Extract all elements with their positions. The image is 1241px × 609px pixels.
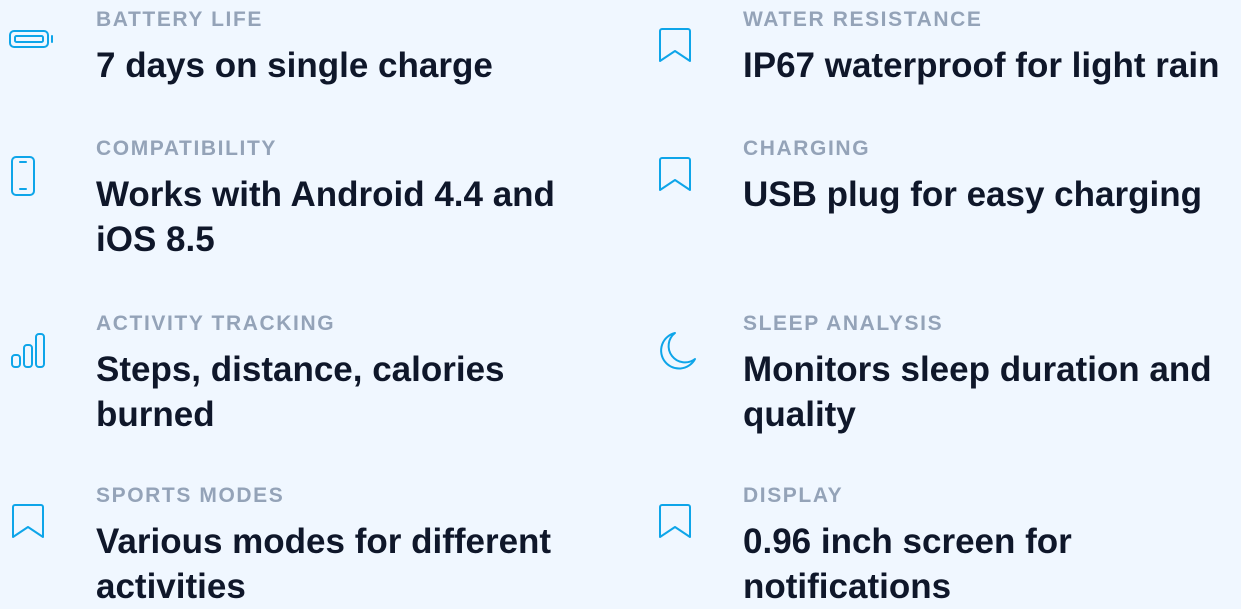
feature-sports-modes: SPORTS MODES Various modes for different… [8,483,596,609]
feature-label: WATER RESISTANCE [743,8,983,31]
feature-label: CHARGING [743,137,871,160]
moon-icon [655,311,703,373]
feature-value: Works with Android 4.4 and iOS 8.5 [96,175,555,259]
feature-text: CHARGING USB plug for easy charging [743,136,1241,217]
feature-text: WATER RESISTANCE IP67 waterproof for lig… [743,7,1241,88]
feature-water-resistance: WATER RESISTANCE IP67 waterproof for lig… [655,7,1241,88]
feature-value: Monitors sleep duration and quality [743,350,1212,434]
feature-text: SPORTS MODES Various modes for different… [96,483,596,609]
feature-charging: CHARGING USB plug for easy charging [655,136,1241,217]
feature-text: COMPATIBILITY Works with Android 4.4 and… [96,136,596,262]
feature-label: BATTERY LIFE [96,8,263,31]
battery-icon [8,7,56,53]
bookmark-icon [655,483,703,541]
feature-label: SLEEP ANALYSIS [743,312,944,335]
feature-value: Steps, distance, calories burned [96,350,505,434]
feature-activity-tracking: ACTIVITY TRACKING Steps, distance, calor… [8,311,596,437]
feature-value: USB plug for easy charging [743,175,1202,214]
feature-text: SLEEP ANALYSIS Monitors sleep duration a… [743,311,1241,437]
phone-icon [8,136,56,200]
feature-text: DISPLAY 0.96 inch screen for notificatio… [743,483,1241,609]
feature-value: 7 days on single charge [96,46,493,85]
bar-chart-icon [8,311,56,369]
feature-value: Various modes for different activities [96,522,552,606]
bookmark-icon [8,483,56,541]
bookmark-icon [655,136,703,194]
feature-value: 0.96 inch screen for notifications [743,522,1072,606]
feature-label: DISPLAY [743,484,844,507]
feature-text: BATTERY LIFE 7 days on single charge [96,7,596,88]
feature-display: DISPLAY 0.96 inch screen for notificatio… [655,483,1241,609]
feature-compatibility: COMPATIBILITY Works with Android 4.4 and… [8,136,596,262]
feature-value: IP67 waterproof for light rain [743,46,1220,85]
bookmark-icon [655,7,703,65]
feature-text: ACTIVITY TRACKING Steps, distance, calor… [96,311,596,437]
feature-label: SPORTS MODES [96,484,285,507]
feature-label: ACTIVITY TRACKING [96,312,336,335]
feature-sleep-analysis: SLEEP ANALYSIS Monitors sleep duration a… [655,311,1241,437]
feature-label: COMPATIBILITY [96,137,278,160]
feature-battery-life: BATTERY LIFE 7 days on single charge [8,7,596,88]
